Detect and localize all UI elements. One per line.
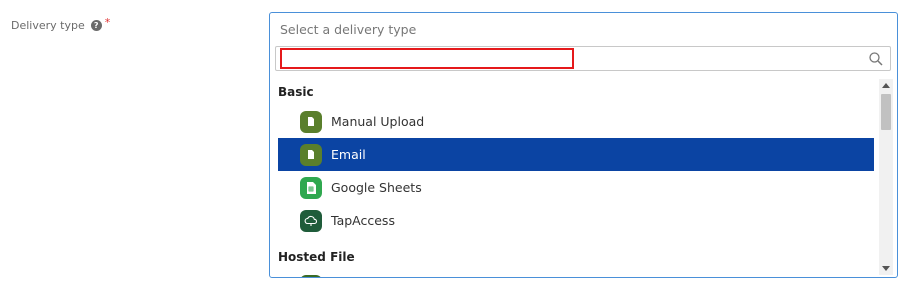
delivery-type-label: Delivery type ? * [11, 16, 111, 32]
option-email[interactable]: Email [278, 138, 874, 171]
sheet-icon [300, 176, 322, 199]
scroll-down-arrow-icon[interactable] [882, 266, 890, 271]
option-manual-upload[interactable]: Manual Upload [278, 105, 874, 138]
search-highlight-outline [280, 48, 574, 69]
option-label: Google Sheets [331, 180, 422, 195]
option-label: Email [331, 147, 366, 162]
required-marker: * [104, 16, 111, 29]
search-icon [869, 52, 883, 66]
select-placeholder[interactable]: Select a delivery type [280, 22, 416, 37]
dropdown-scrollbar[interactable] [879, 79, 893, 275]
field-label-text: Delivery type [11, 19, 85, 32]
option-label: Manual Upload [331, 114, 425, 129]
scroll-up-arrow-icon[interactable] [882, 83, 890, 88]
scroll-thumb[interactable] [881, 94, 891, 130]
delivery-type-dropdown[interactable]: Select a delivery type Basic Manual Uplo… [269, 12, 898, 278]
option-google-sheets[interactable]: Google Sheets [278, 171, 874, 204]
partial-option-icon [300, 275, 322, 277]
option-tapaccess[interactable]: TapAccess [278, 204, 874, 237]
group-header-basic: Basic [278, 85, 314, 99]
dropdown-search-input[interactable] [275, 46, 891, 71]
document-icon [300, 110, 322, 133]
option-label: TapAccess [331, 213, 395, 228]
question-circle-icon[interactable]: ? [90, 20, 102, 31]
group-header-hosted-file: Hosted File [278, 250, 355, 264]
cloud-icon [300, 209, 322, 232]
document-icon [300, 143, 322, 166]
